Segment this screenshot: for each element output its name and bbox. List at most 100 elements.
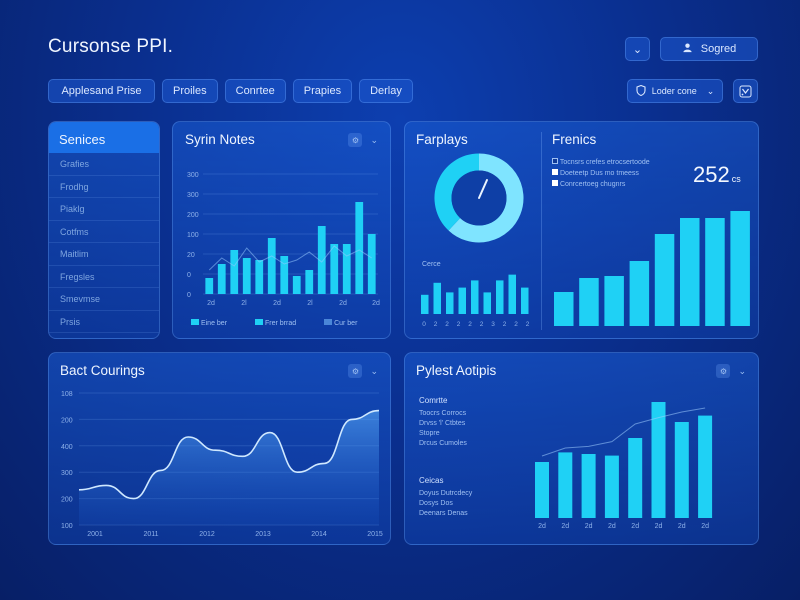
y-tick-label: 108 xyxy=(61,391,73,398)
farplays-donut-chart xyxy=(434,153,524,243)
bar xyxy=(535,462,549,518)
bar xyxy=(628,438,643,518)
filter-select[interactable]: Loder cone ⌄ xyxy=(627,79,723,103)
bar xyxy=(521,287,529,314)
bar xyxy=(355,202,364,294)
palette-icon[interactable] xyxy=(733,79,758,103)
x-tick-label: 2001 xyxy=(87,531,103,538)
services-item[interactable]: Frodhg xyxy=(49,176,159,198)
frenics-title: Frenics xyxy=(552,132,597,147)
bar xyxy=(255,260,264,294)
x-tick-label: 2 xyxy=(457,321,461,328)
app-title: Cursonse PPI. xyxy=(48,36,174,57)
bar xyxy=(698,415,713,518)
tab-prapies[interactable]: Prapies xyxy=(292,79,353,103)
x-tick-label: 2 xyxy=(526,321,530,328)
legend-item: Doeteetp Dus mo tmeess xyxy=(552,169,639,177)
y-tick-label: 100 xyxy=(61,523,73,530)
x-tick-label: 2014 xyxy=(311,531,327,538)
x-tick-label: 0 xyxy=(422,321,426,328)
pylest-group2: Ceicas Doyus Dutrcdecy Dosys Dos Deenars… xyxy=(419,476,472,517)
x-tick-label: 2d xyxy=(207,300,215,307)
x-tick-label: 2d xyxy=(631,523,639,530)
user-button[interactable]: Sogred xyxy=(660,37,758,61)
x-tick-label: 2d xyxy=(372,300,380,307)
services-panel: Senices Grafies Frodhg Piaklg Cotfms Mai… xyxy=(48,121,160,339)
bar xyxy=(496,280,504,314)
x-tick-label: 2 xyxy=(514,321,518,328)
services-item[interactable]: Piaklg xyxy=(49,198,159,221)
y-tick-label: 300 xyxy=(187,172,199,179)
pylest-bar-chart: 2d 2d 2d 2d 2d 2d 2d 2d xyxy=(535,402,713,530)
legend-item: Cur ber xyxy=(324,319,357,327)
y-tick-label: 100 xyxy=(187,232,199,239)
bar xyxy=(458,287,466,314)
pylest-aotipis-title: Pylest Aotipis xyxy=(416,363,497,378)
x-tick-label: 2l xyxy=(307,300,313,307)
x-tick-label: 2 xyxy=(480,321,484,328)
services-item[interactable]: Fregsles xyxy=(49,266,159,288)
x-tick-label: 2d xyxy=(701,523,709,530)
bar xyxy=(629,261,650,326)
chevron-down-icon[interactable]: ⌄ xyxy=(625,37,650,61)
divider xyxy=(541,132,542,330)
bar xyxy=(217,264,226,294)
tab-conrtee[interactable]: Conrtee xyxy=(224,79,286,103)
bar xyxy=(554,292,574,326)
bar xyxy=(558,452,573,518)
y-tick-label: 0 xyxy=(187,272,191,279)
syrin-legend: Eine ber Frer brrad Cur ber xyxy=(191,319,357,327)
services-item[interactable]: Smevmse xyxy=(49,288,159,311)
area-fill xyxy=(79,410,379,525)
services-item[interactable]: Maitlim xyxy=(49,243,159,266)
services-title[interactable]: Senices xyxy=(49,122,159,153)
x-tick-label: 2 xyxy=(503,321,507,328)
filter-label: Loder cone xyxy=(651,86,697,96)
x-tick-label: 2d xyxy=(339,300,347,307)
legend-item: Tocnsrs crefes etrocsertoode xyxy=(552,158,650,166)
group2-title: Ceicas xyxy=(419,476,444,485)
legend-item: Drvss 'l' Ctbtes xyxy=(419,420,466,427)
bar xyxy=(674,422,689,518)
y-tick-label: 20 xyxy=(187,252,195,259)
bar xyxy=(654,234,675,326)
x-tick-label: 2 xyxy=(468,321,472,328)
x-tick-label: 2d xyxy=(538,523,546,530)
syrin-notes-panel: Syrin Notes ⚙ ⌄ 0 0 20 100 200 300 300 2d 2l 2d 2… xyxy=(172,121,391,339)
services-item[interactable]: Cotfms xyxy=(49,221,159,243)
bar xyxy=(342,244,351,294)
bar xyxy=(330,244,339,294)
legend-item: Stopre xyxy=(419,430,440,437)
y-tick-label: 300 xyxy=(61,470,73,477)
pylest-group1: Comrtte Toocrs Corrocs Drvss 'l' Ctbtes … xyxy=(419,396,467,447)
user-icon xyxy=(682,42,693,56)
y-tick-label: 300 xyxy=(187,192,199,199)
bar xyxy=(205,278,214,294)
x-tick-label: 2d xyxy=(608,523,616,530)
tab-proiles[interactable]: Proiles xyxy=(162,79,218,103)
chevron-down-icon: ⌄ xyxy=(706,85,715,96)
frenics-bar-chart xyxy=(554,211,750,326)
bact-courings-panel: Bact Courings ⚙ ⌄ 108 200 400 300 200 100 200… xyxy=(48,352,391,545)
bar xyxy=(230,250,239,294)
bar xyxy=(581,454,596,518)
group1-title: Comrtte xyxy=(419,396,448,405)
bar xyxy=(730,211,750,326)
bact-area-chart: 108 200 400 300 200 100 2001 2011 2012 2013 2014 2… xyxy=(61,391,383,538)
top-right-controls: ⌄ Sogred xyxy=(625,37,758,61)
bar xyxy=(604,276,624,326)
y-tick-label: 400 xyxy=(61,444,73,451)
shield-icon xyxy=(636,84,646,98)
bar xyxy=(604,455,619,518)
x-tick-label: 3 xyxy=(491,321,495,328)
y-tick-label: 200 xyxy=(61,417,73,424)
services-item[interactable]: Grafies xyxy=(49,153,159,176)
y-tick-label: 200 xyxy=(187,212,199,219)
legend-item: Eine ber xyxy=(191,319,227,327)
x-tick-label: 2d xyxy=(585,523,593,530)
tab-derlay[interactable]: Derlay xyxy=(359,79,413,103)
tab-applesand-prise[interactable]: Applesand Prise xyxy=(48,79,155,103)
x-tick-label: 2d xyxy=(678,523,686,530)
services-item[interactable]: Prsis xyxy=(49,311,159,333)
bar xyxy=(305,270,314,294)
